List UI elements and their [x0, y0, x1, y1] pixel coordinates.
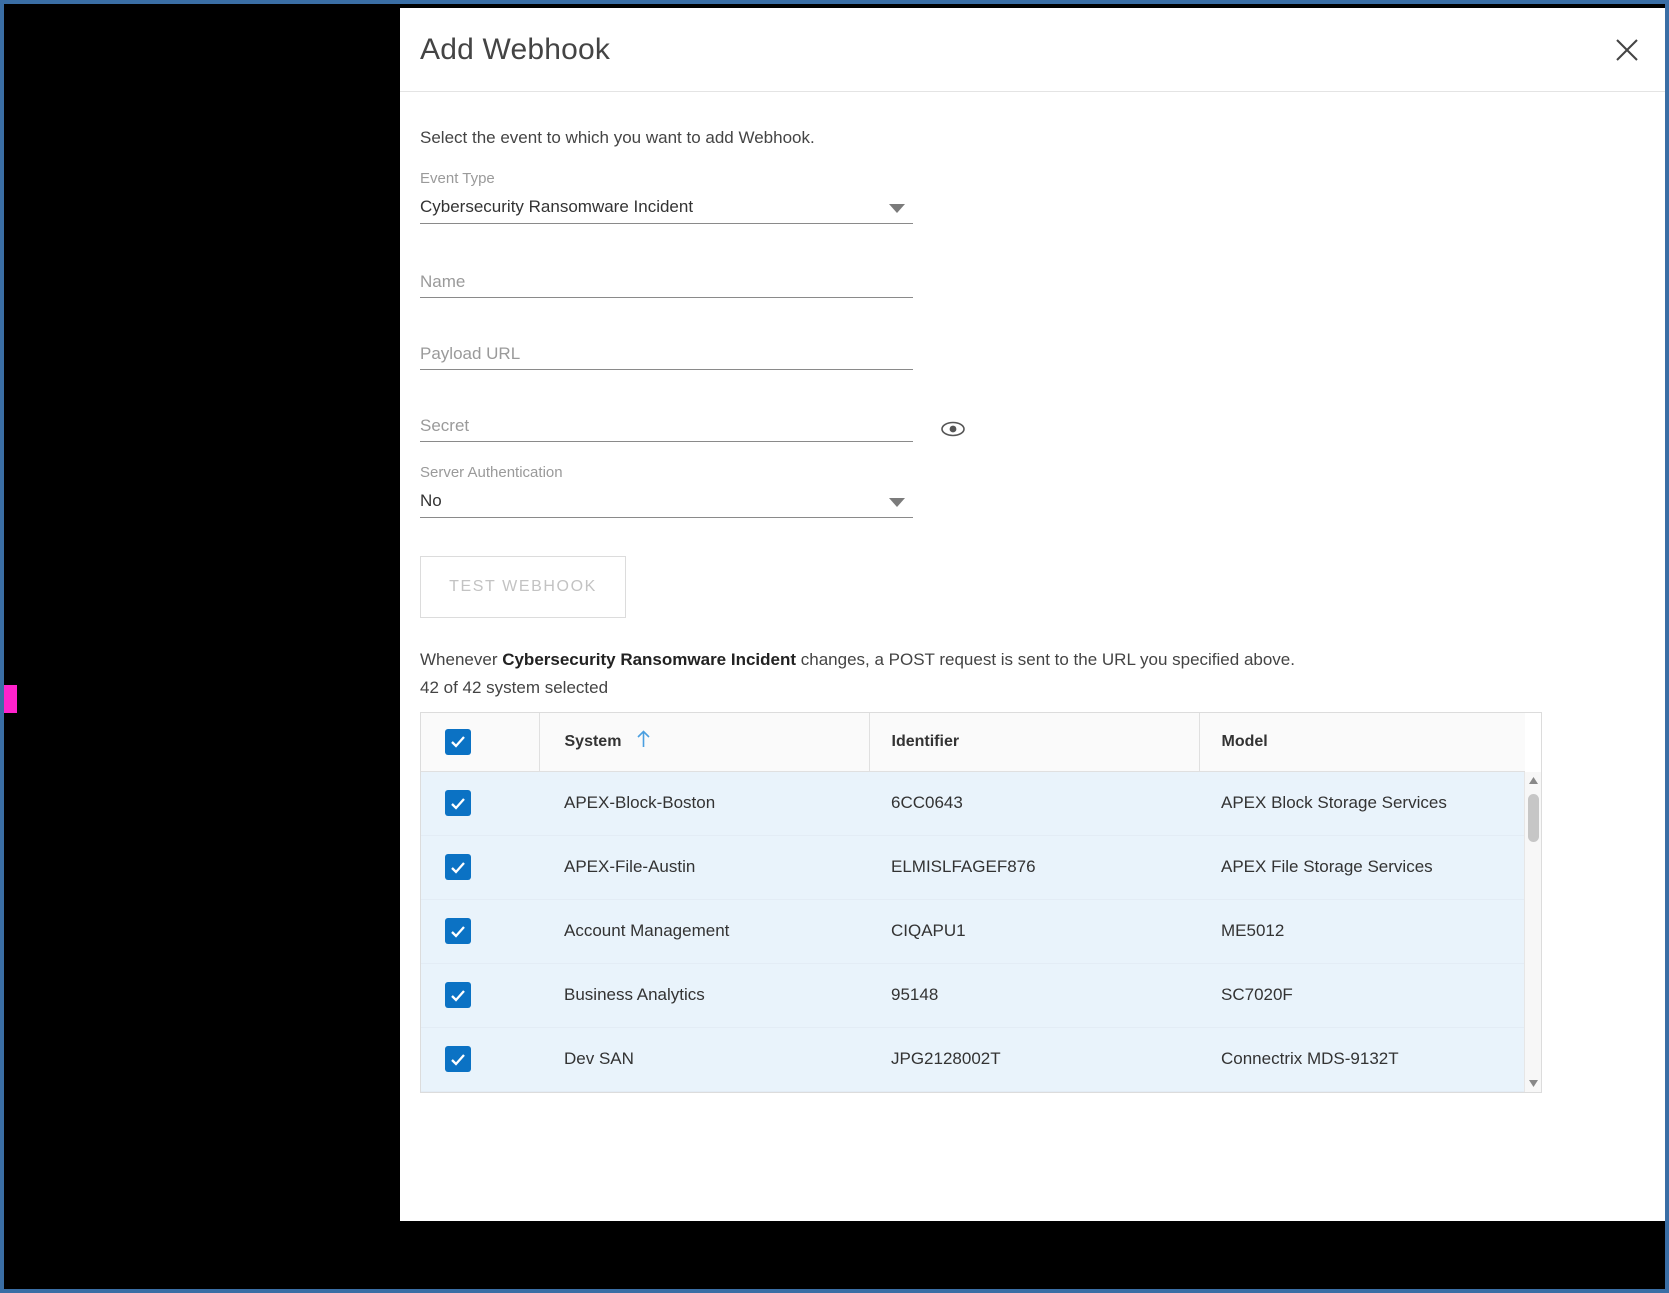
dialog-body: Select the event to which you want to ad…: [400, 128, 1665, 1093]
screen: Add Webhook Select the event to which yo…: [0, 0, 1669, 1293]
description-suffix: changes, a POST request is sent to the U…: [796, 650, 1295, 669]
select-all-checkbox[interactable]: [445, 728, 471, 755]
cell-system: APEX-Block-Boston: [539, 771, 869, 836]
column-header-system[interactable]: System: [538, 713, 869, 772]
close-icon[interactable]: [1607, 30, 1647, 70]
row-checkbox-cell: [421, 963, 539, 1028]
arrow-up-icon: [636, 730, 651, 753]
server-authentication-label: Server Authentication: [420, 464, 563, 481]
description-prefix: Whenever: [420, 650, 503, 669]
column-header-identifier[interactable]: Identifier: [868, 713, 1199, 772]
scrollbar-thumb[interactable]: [1528, 794, 1539, 842]
name-input[interactable]: [420, 266, 913, 298]
event-type-field: Event Type Cybersecurity Ransomware Inci…: [420, 170, 913, 224]
column-header-model[interactable]: Model: [1198, 713, 1525, 772]
webhook-description: Whenever Cybersecurity Ransomware Incide…: [420, 650, 1645, 670]
selection-summary: 42 of 42 system selected: [420, 678, 609, 697]
event-type-select[interactable]: Cybersecurity Ransomware Incident: [420, 192, 913, 224]
secret-field: [420, 410, 965, 442]
server-authentication-value[interactable]: No: [420, 486, 913, 518]
server-authentication-select[interactable]: No: [420, 486, 913, 518]
secret-input[interactable]: [420, 410, 913, 442]
table-row[interactable]: Business Analytics 95148 SC7020F: [421, 963, 1525, 1028]
row-checkbox-cell: [421, 899, 539, 964]
cell-identifier: ELMISLFAGEF876: [869, 835, 1199, 900]
browser-window-frame: Add Webhook Select the event to which yo…: [0, 0, 1669, 1293]
name-field: [420, 266, 913, 298]
table-row[interactable]: Account Management CIQAPU1 ME5012: [421, 899, 1525, 964]
row-checkbox[interactable]: [445, 854, 471, 880]
event-type-value[interactable]: Cybersecurity Ransomware Incident: [420, 192, 913, 224]
cell-identifier: 6CC0643: [869, 771, 1199, 836]
table-row[interactable]: APEX-File-Austin ELMISLFAGEF876 APEX Fil…: [421, 835, 1525, 900]
chevron-down-icon[interactable]: [1525, 1075, 1542, 1092]
table-scrollbar[interactable]: [1524, 772, 1541, 1092]
table-row[interactable]: Dev SAN JPG2128002T Connectrix MDS-9132T: [421, 1027, 1525, 1092]
payload-url-field: [420, 338, 913, 370]
dialog-title: Add Webhook: [420, 32, 611, 66]
cell-system: Dev SAN: [539, 1027, 869, 1092]
column-header-system-label: System: [564, 733, 622, 751]
row-checkbox-cell: [421, 771, 539, 836]
row-checkbox-cell: [421, 835, 539, 900]
row-checkbox[interactable]: [445, 918, 471, 944]
cell-model: ME5012: [1199, 899, 1525, 964]
table-row[interactable]: APEX-Block-Boston 6CC0643 APEX Block Sto…: [421, 771, 1525, 836]
cell-system: APEX-File-Austin: [539, 835, 869, 900]
select-all-header: [421, 713, 539, 772]
payload-url-input[interactable]: [420, 338, 913, 370]
cell-system: Business Analytics: [539, 963, 869, 1028]
cell-identifier: CIQAPU1: [869, 899, 1199, 964]
cell-model: APEX Block Storage Services: [1199, 771, 1525, 836]
add-webhook-dialog: Add Webhook Select the event to which yo…: [400, 8, 1665, 1221]
intro-text: Select the event to which you want to ad…: [420, 128, 815, 147]
highlight-marker: [4, 685, 17, 713]
systems-table: System Identifier Model APEX-Block-Bosto…: [420, 712, 1542, 1093]
table-header-row: System Identifier Model: [421, 713, 1525, 772]
table-body: APEX-Block-Boston 6CC0643 APEX Block Sto…: [421, 771, 1525, 1092]
eye-icon[interactable]: [940, 418, 966, 440]
cell-model: SC7020F: [1199, 963, 1525, 1028]
cell-identifier: 95148: [869, 963, 1199, 1028]
cell-model: Connectrix MDS-9132T: [1199, 1027, 1525, 1092]
event-type-label: Event Type: [420, 170, 495, 187]
chevron-up-icon[interactable]: [1525, 772, 1542, 789]
cell-identifier: JPG2128002T: [869, 1027, 1199, 1092]
row-checkbox[interactable]: [445, 790, 471, 816]
row-checkbox[interactable]: [445, 982, 471, 1008]
cell-system: Account Management: [539, 899, 869, 964]
page-backdrop: [4, 4, 400, 1289]
row-checkbox-cell: [421, 1027, 539, 1092]
server-authentication-field: Server Authentication No: [420, 464, 913, 518]
cell-model: APEX File Storage Services: [1199, 835, 1525, 900]
dialog-header: Add Webhook: [400, 8, 1665, 92]
test-webhook-button[interactable]: TEST WEBHOOK: [420, 556, 626, 618]
row-checkbox[interactable]: [445, 1046, 471, 1072]
description-event-name: Cybersecurity Ransomware Incident: [502, 650, 797, 669]
